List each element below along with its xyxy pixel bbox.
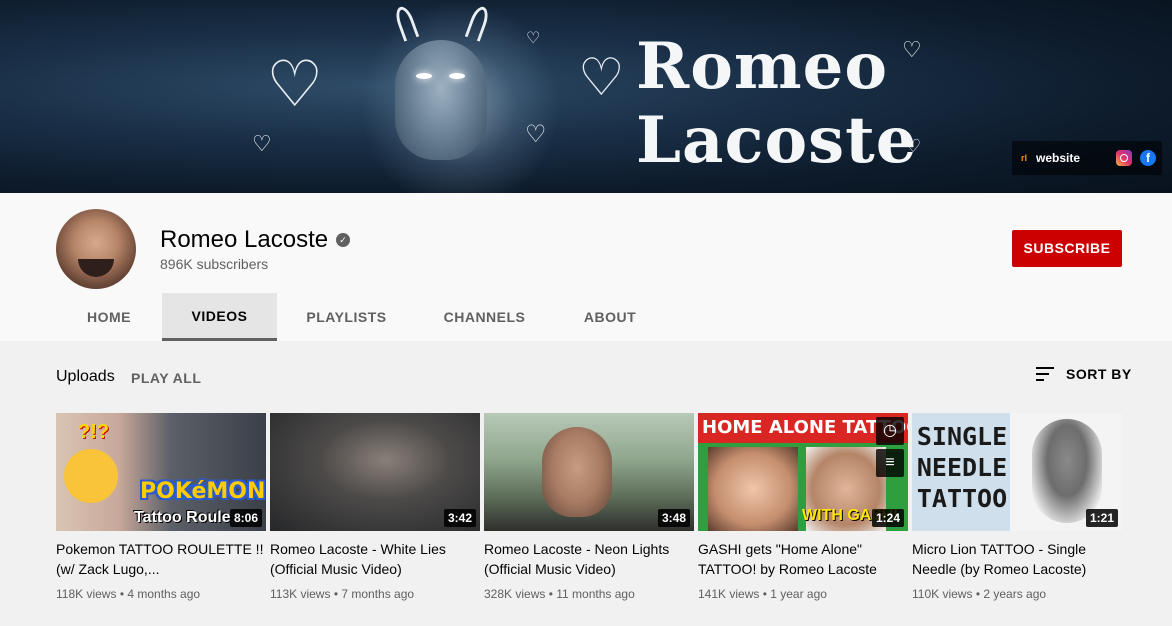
video-duration: 1:24 <box>871 509 904 527</box>
sort-by-label: SORT BY <box>1066 366 1132 382</box>
video-thumbnail[interactable]: 3:48 <box>484 413 694 531</box>
instagram-icon[interactable] <box>1116 150 1132 166</box>
banner-title: Romeo Lacoste <box>636 29 918 178</box>
thumbnail-text-main: POKéMON <box>140 479 266 504</box>
queue-icon[interactable]: ≡ <box>876 449 904 477</box>
subscribe-button[interactable]: SUBSCRIBE <box>1012 230 1122 267</box>
heart-icon: ♡ <box>525 120 547 148</box>
broken-heart-icon: ♡ <box>578 48 625 108</box>
website-favicon-icon: rl <box>1020 153 1027 163</box>
video-views: 118K views <box>56 587 117 601</box>
video-meta: 141K views • 1 year ago <box>698 587 827 601</box>
video-grid: ?!? POKéMON Tattoo Roule 8:06 Pokemon TA… <box>56 413 1122 601</box>
subscriber-count: 896K subscribers <box>160 256 269 272</box>
video-views: 328K views <box>484 587 546 601</box>
video-meta: 110K views • 2 years ago <box>912 587 1047 601</box>
video-meta: 113K views • 7 months ago <box>270 587 415 601</box>
video-card[interactable]: HOME ALONE TATTOO WITH GASHI ◷ ≡ 1:24 GA… <box>698 413 908 601</box>
tab-about[interactable]: ABOUT <box>553 293 667 341</box>
website-link[interactable]: rl website <box>1018 151 1108 165</box>
heart-icon: ♡ <box>902 38 922 63</box>
thumbnail-text-sub: Tattoo Roule <box>134 509 231 526</box>
video-thumbnail[interactable]: HOME ALONE TATTOO WITH GASHI ◷ ≡ 1:24 <box>698 413 908 531</box>
broken-heart-icon: ♡ <box>266 48 324 122</box>
video-views: 110K views <box>912 587 973 601</box>
sort-icon <box>1036 367 1054 381</box>
video-duration: 8:06 <box>229 509 262 527</box>
tab-playlists[interactable]: PLAYLISTS <box>277 293 416 341</box>
banner-links: rl website f <box>1011 141 1162 175</box>
sort-by-button[interactable]: SORT BY <box>1036 366 1132 382</box>
video-duration: 3:48 <box>657 509 690 527</box>
thinking-emoji-icon <box>64 449 118 503</box>
thumbnail-text-words: SINGLE NEEDLE TATTOO <box>916 422 1008 513</box>
website-link-label: website <box>1035 151 1080 165</box>
video-age: 1 year ago <box>770 587 827 601</box>
video-age: 7 months ago <box>341 587 415 601</box>
video-title[interactable]: Pokemon TATTOO ROULETTE !! (w/ Zack Lugo… <box>56 539 266 579</box>
verified-badge-icon: ✓ <box>336 233 350 247</box>
thumbnail-text-top: ?!? <box>78 421 110 443</box>
video-thumbnail[interactable]: ?!? POKéMON Tattoo Roule 8:06 <box>56 413 266 531</box>
avatar[interactable] <box>56 209 136 289</box>
glowing-eye-right <box>449 73 465 79</box>
video-title[interactable]: Romeo Lacoste - White Lies (Official Mus… <box>270 539 480 579</box>
video-meta: 328K views • 11 months ago <box>484 587 635 601</box>
thumbnail-portrait <box>708 447 798 531</box>
video-duration: 3:42 <box>443 509 476 527</box>
tab-home[interactable]: HOME <box>56 293 162 341</box>
play-all-button[interactable]: PLAY ALL <box>131 370 201 386</box>
channel-banner: ♡ ♡ ♡ ♡ ♡ ♡ ♡ Romeo Lacoste rl website f <box>0 0 1172 193</box>
video-meta: 118K views • 4 months ago <box>56 587 201 601</box>
channel-tabs: HOME VIDEOS PLAYLISTS CHANNELS ABOUT <box>56 293 667 341</box>
glowing-eye-left <box>416 73 432 79</box>
channel-header: Romeo Lacoste ✓ 896K subscribers SUBSCRI… <box>0 193 1172 341</box>
video-duration: 1:21 <box>1085 509 1118 527</box>
video-age: 11 months ago <box>556 587 635 601</box>
video-views: 113K views <box>270 587 331 601</box>
banner-title-line2: Lacoste <box>636 103 918 178</box>
video-card[interactable]: ?!? POKéMON Tattoo Roule 8:06 Pokemon TA… <box>56 413 266 601</box>
banner-title-line1: Romeo <box>636 29 888 104</box>
thumbnail-portrait <box>542 427 612 517</box>
video-card[interactable]: SINGLE NEEDLE TATTOO 1:21 Micro Lion TAT… <box>912 413 1122 601</box>
section-title: Uploads <box>56 368 115 385</box>
video-age: 2 years ago <box>983 587 1047 601</box>
video-card[interactable]: 3:42 Romeo Lacoste - White Lies (Officia… <box>270 413 480 601</box>
banner-portrait <box>395 40 487 160</box>
heart-icon: ♡ <box>252 132 272 157</box>
channel-name: Romeo Lacoste <box>160 226 329 253</box>
videos-section: Uploads PLAY ALL SORT BY ?!? POKéMON Tat… <box>0 341 1172 626</box>
tab-channels[interactable]: CHANNELS <box>416 293 553 341</box>
video-age: 4 months ago <box>127 587 201 601</box>
tab-videos[interactable]: VIDEOS <box>162 293 277 341</box>
video-thumbnail[interactable]: SINGLE NEEDLE TATTOO 1:21 <box>912 413 1122 531</box>
clock-icon[interactable]: ◷ <box>876 417 904 445</box>
lion-tattoo-image <box>1032 419 1102 523</box>
facebook-icon[interactable]: f <box>1140 150 1156 166</box>
video-thumbnail[interactable]: 3:42 <box>270 413 480 531</box>
video-views: 141K views <box>698 587 760 601</box>
video-title[interactable]: Romeo Lacoste - Neon Lights (Official Mu… <box>484 539 694 579</box>
video-title[interactable]: GASHI gets "Home Alone" TATTOO! by Romeo… <box>698 539 908 579</box>
video-card[interactable]: 3:48 Romeo Lacoste - Neon Lights (Offici… <box>484 413 694 601</box>
video-title[interactable]: Micro Lion TATTOO - Single Needle (by Ro… <box>912 539 1122 579</box>
heart-icon: ♡ <box>526 28 541 47</box>
